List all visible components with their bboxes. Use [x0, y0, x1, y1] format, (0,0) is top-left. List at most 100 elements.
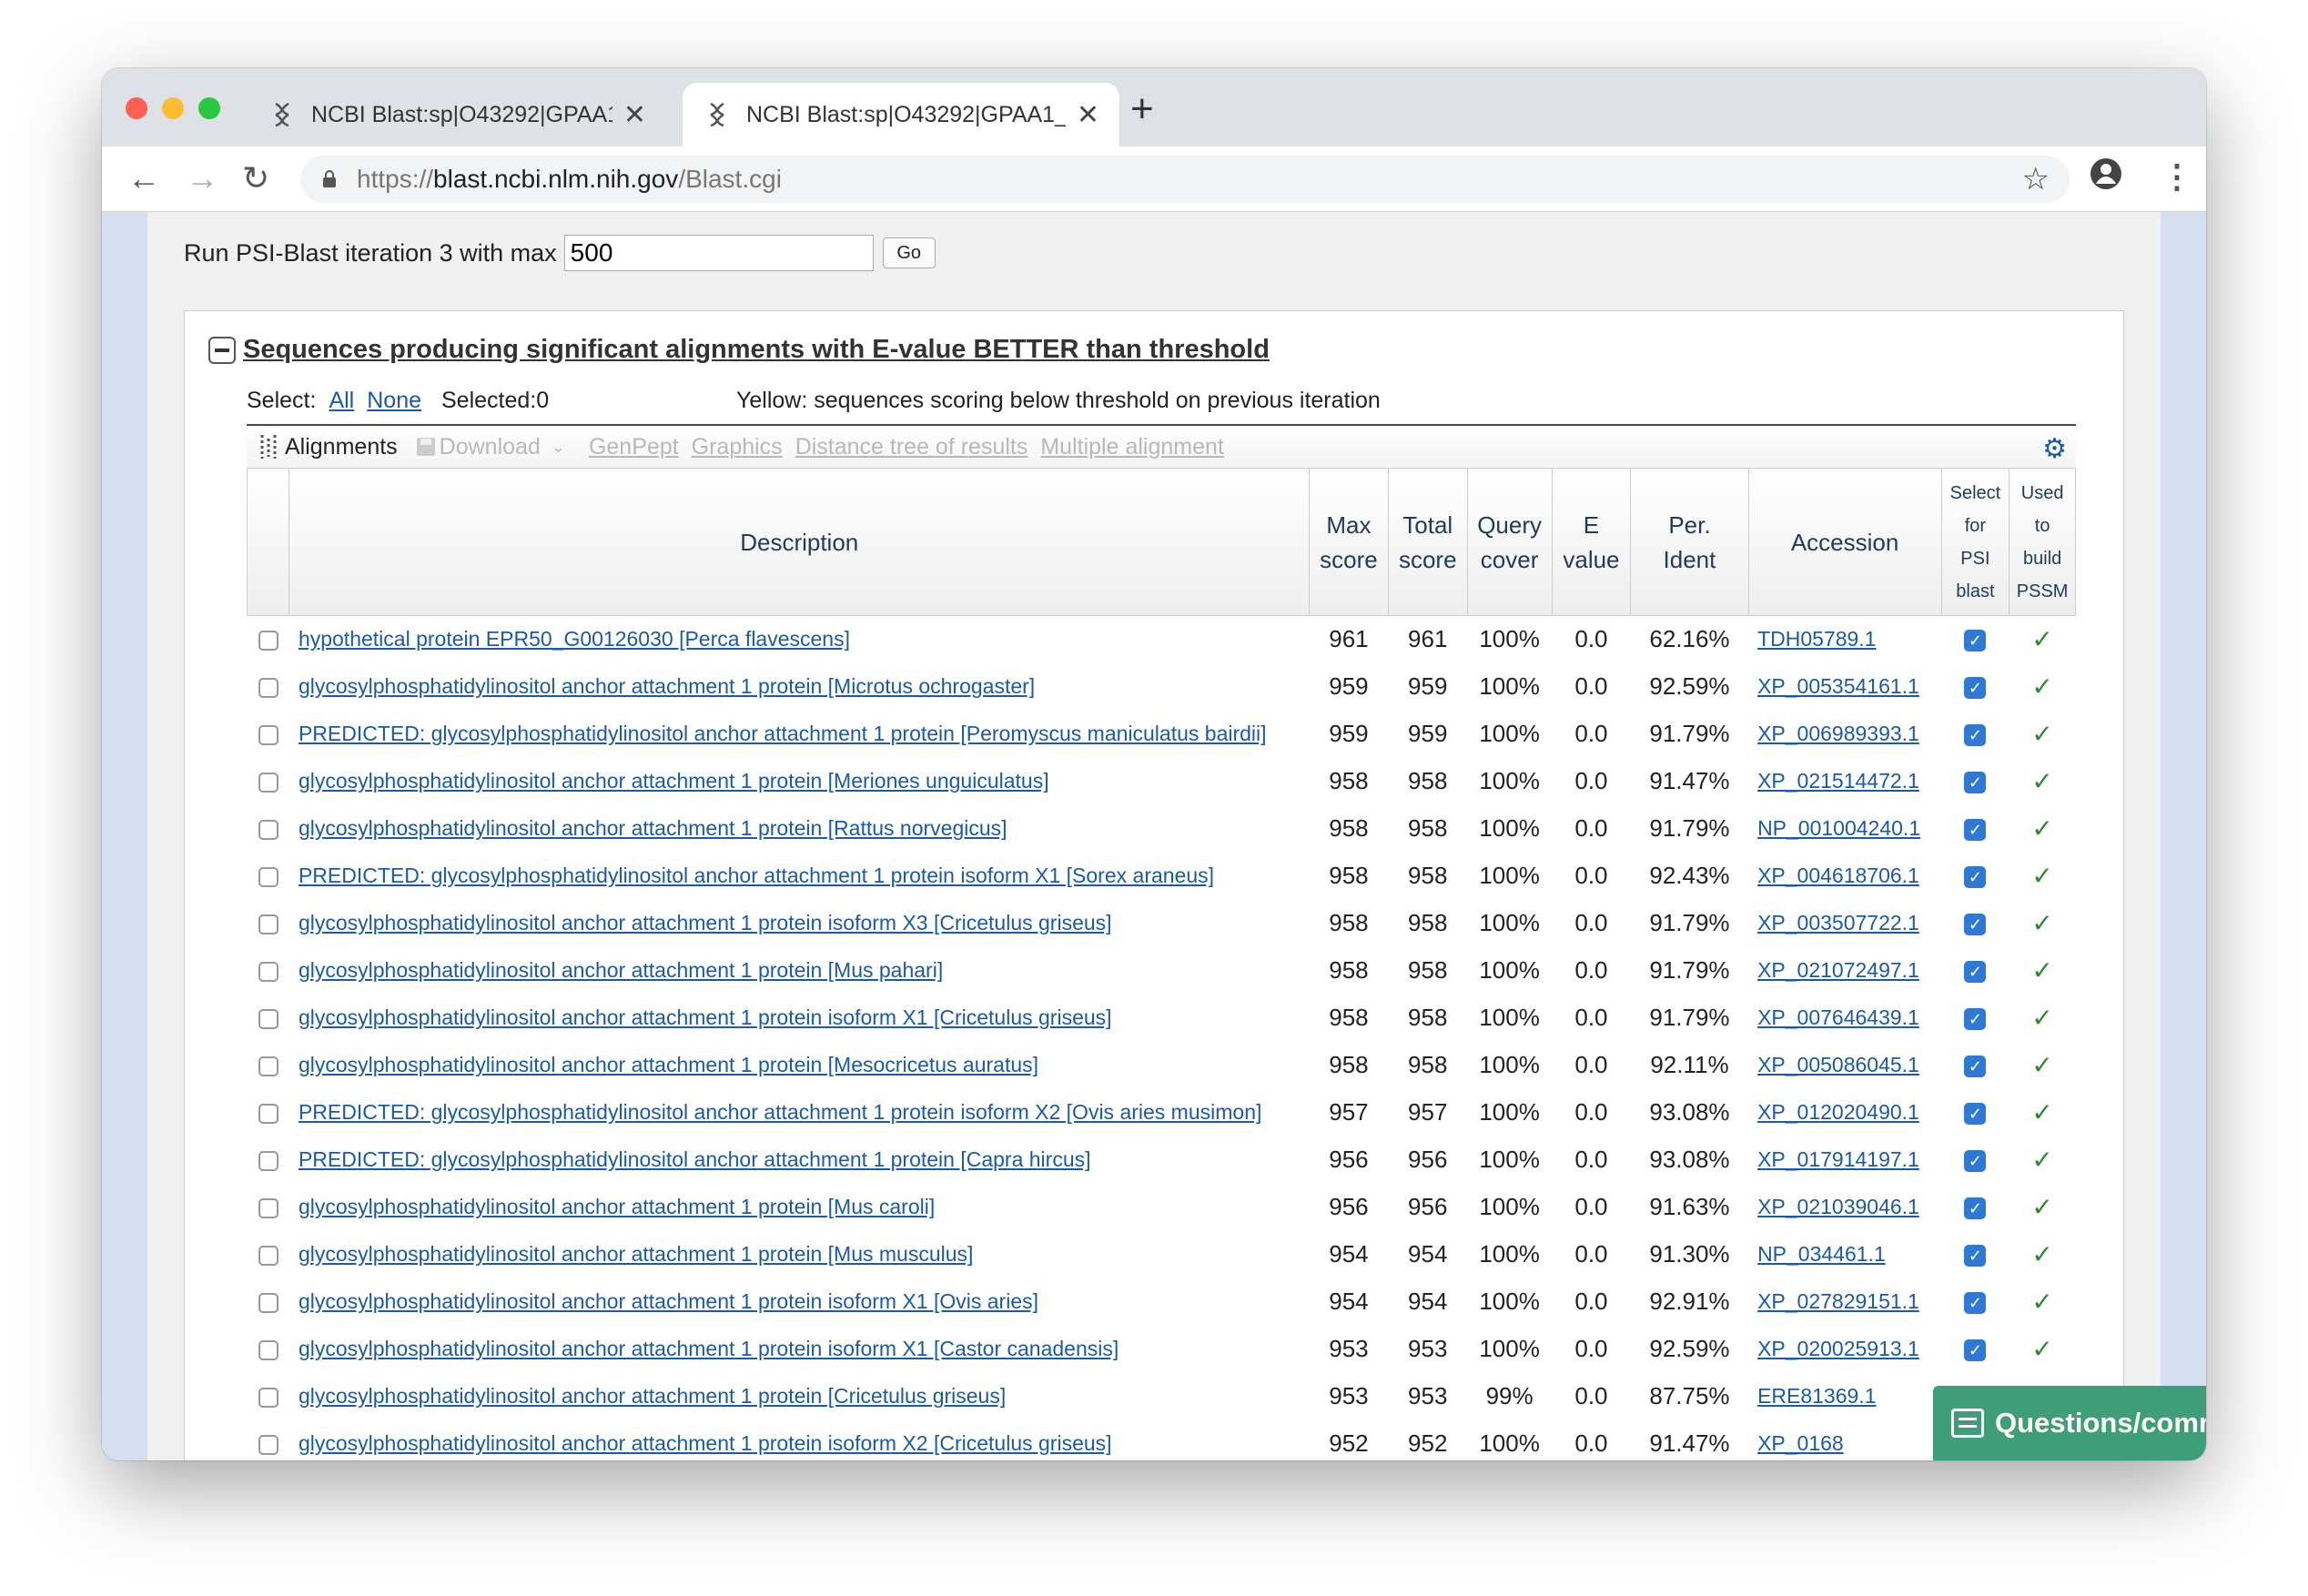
row-description[interactable]: glycosylphosphatidylinositol anchor atta… — [289, 995, 1310, 1042]
row-psi-select-checkbox[interactable]: ✓ — [1941, 947, 2009, 995]
row-accession[interactable]: XP_017914197.1 — [1748, 1136, 1941, 1184]
row-checkbox[interactable] — [248, 853, 289, 900]
col-total-score[interactable]: Total score — [1387, 468, 1468, 616]
row-accession[interactable]: XP_007646439.1 — [1748, 995, 1941, 1042]
minimize-window-button[interactable] — [162, 97, 184, 119]
address-bar[interactable]: https://blast.ncbi.nlm.nih.gov/Blast.cgi… — [300, 156, 2070, 203]
row-checkbox[interactable] — [248, 805, 289, 853]
row-description[interactable]: hypothetical protein EPR50_G00126030 [Pe… — [289, 616, 1310, 663]
row-checkbox[interactable] — [248, 1184, 289, 1231]
row-checkbox[interactable] — [248, 1231, 289, 1278]
gear-icon[interactable]: ⚙ — [2042, 433, 2067, 465]
row-psi-select-checkbox[interactable]: ✓ — [1941, 1042, 2009, 1089]
row-accession[interactable]: TDH05789.1 — [1748, 616, 1941, 663]
col-e-value[interactable]: Evalue — [1551, 468, 1632, 616]
row-checkbox[interactable] — [248, 1373, 289, 1420]
row-psi-select-checkbox[interactable]: ✓ — [1941, 1231, 2009, 1278]
profile-icon[interactable] — [2090, 157, 2122, 198]
row-psi-select-checkbox[interactable]: ✓ — [1941, 805, 2009, 853]
row-description[interactable]: glycosylphosphatidylinositol anchor atta… — [289, 1184, 1310, 1231]
row-checkbox[interactable] — [248, 1089, 289, 1136]
row-accession[interactable]: XP_021514472.1 — [1748, 758, 1941, 805]
row-accession[interactable]: XP_005354161.1 — [1748, 663, 1941, 711]
row-checkbox[interactable] — [248, 1278, 289, 1326]
collapse-icon[interactable] — [208, 336, 236, 364]
select-all-link[interactable]: All — [329, 388, 354, 414]
row-description[interactable]: glycosylphosphatidylinositol anchor atta… — [289, 1326, 1310, 1373]
row-psi-select-checkbox[interactable]: ✓ — [1941, 1278, 2009, 1326]
psi-max-input[interactable] — [563, 235, 874, 271]
row-checkbox[interactable] — [248, 947, 289, 995]
row-checkbox[interactable] — [248, 616, 289, 663]
section-header[interactable]: Sequences producing significant alignmen… — [208, 335, 1270, 365]
new-tab-icon[interactable]: + — [1130, 86, 1154, 132]
row-checkbox[interactable] — [248, 1042, 289, 1089]
maximize-window-button[interactable] — [198, 97, 220, 119]
row-checkbox[interactable] — [248, 1136, 289, 1184]
row-accession[interactable]: XP_005086045.1 — [1748, 1042, 1941, 1089]
row-checkbox[interactable] — [248, 711, 289, 758]
row-accession[interactable]: XP_004618706.1 — [1748, 853, 1941, 900]
row-accession[interactable]: NP_034461.1 — [1748, 1231, 1941, 1278]
row-accession[interactable]: XP_027829151.1 — [1748, 1278, 1941, 1326]
download-button[interactable]: Download ⌄ — [416, 434, 565, 460]
row-description[interactable]: PREDICTED: glycosylphosphatidylinositol … — [289, 853, 1310, 900]
row-description[interactable]: glycosylphosphatidylinositol anchor atta… — [289, 1231, 1310, 1278]
row-description[interactable]: glycosylphosphatidylinositol anchor atta… — [289, 663, 1310, 711]
row-description[interactable]: glycosylphosphatidylinositol anchor atta… — [289, 1278, 1310, 1326]
row-description[interactable]: glycosylphosphatidylinositol anchor atta… — [289, 1420, 1310, 1461]
row-description[interactable]: PREDICTED: glycosylphosphatidylinositol … — [289, 711, 1310, 758]
row-accession[interactable]: XP_020025913.1 — [1748, 1326, 1941, 1373]
row-psi-select-checkbox[interactable]: ✓ — [1941, 900, 2009, 947]
row-psi-select-checkbox[interactable]: ✓ — [1941, 711, 2009, 758]
row-psi-select-checkbox[interactable]: ✓ — [1941, 1089, 2009, 1136]
row-description[interactable]: glycosylphosphatidylinositol anchor atta… — [289, 947, 1310, 995]
close-tab-icon[interactable]: ✕ — [623, 99, 646, 131]
questions-comments-button[interactable]: Questions/comments — [1933, 1386, 2206, 1460]
row-description[interactable]: glycosylphosphatidylinositol anchor atta… — [289, 805, 1310, 853]
menu-icon[interactable]: ⋮ — [2161, 157, 2193, 196]
graphics-link[interactable]: Graphics — [692, 434, 783, 460]
row-description[interactable]: glycosylphosphatidylinositol anchor atta… — [289, 1042, 1310, 1089]
row-accession[interactable]: XP_012020490.1 — [1748, 1089, 1941, 1136]
back-icon[interactable]: ← — [127, 159, 160, 197]
row-accession[interactable]: XP_021072497.1 — [1748, 947, 1941, 995]
row-checkbox[interactable] — [248, 900, 289, 947]
row-description[interactable]: glycosylphosphatidylinositol anchor atta… — [289, 1373, 1310, 1420]
row-psi-select-checkbox[interactable]: ✓ — [1941, 663, 2009, 711]
row-accession[interactable]: ERE81369.1 — [1748, 1373, 1941, 1420]
row-psi-select-checkbox[interactable]: ✓ — [1941, 1184, 2009, 1231]
close-window-button[interactable] — [126, 97, 147, 119]
reload-icon[interactable]: ↻ — [242, 159, 269, 197]
row-description[interactable]: glycosylphosphatidylinositol anchor atta… — [289, 758, 1310, 805]
forward-icon[interactable]: → — [186, 159, 218, 197]
row-psi-select-checkbox[interactable]: ✓ — [1941, 853, 2009, 900]
row-checkbox[interactable] — [248, 1420, 289, 1461]
col-query-cover[interactable]: Query cover — [1466, 468, 1553, 616]
tab-1[interactable]: NCBI Blast:sp|O43292|GPAA1_ ✕ — [248, 83, 666, 146]
row-psi-select-checkbox[interactable]: ✓ — [1941, 1326, 2009, 1373]
alignments-tab[interactable]: Alignments — [259, 433, 398, 460]
row-description[interactable]: PREDICTED: glycosylphosphatidylinositol … — [289, 1089, 1310, 1136]
row-psi-select-checkbox[interactable]: ✓ — [1941, 758, 2009, 805]
multiple-alignment-link[interactable]: Multiple alignment — [1040, 434, 1224, 460]
row-accession[interactable]: NP_001004240.1 — [1748, 805, 1941, 853]
row-psi-select-checkbox[interactable]: ✓ — [1941, 995, 2009, 1042]
row-accession[interactable]: XP_003507722.1 — [1748, 900, 1941, 947]
row-psi-select-checkbox[interactable]: ✓ — [1941, 616, 2009, 663]
col-accession[interactable]: Accession — [1747, 468, 1942, 616]
col-description[interactable]: Description — [288, 468, 1311, 616]
row-psi-select-checkbox[interactable]: ✓ — [1941, 1136, 2009, 1184]
row-checkbox[interactable] — [248, 758, 289, 805]
row-accession[interactable]: XP_006989393.1 — [1748, 711, 1941, 758]
col-max-score[interactable]: Max score — [1309, 468, 1389, 616]
row-description[interactable]: glycosylphosphatidylinositol anchor atta… — [289, 900, 1310, 947]
close-tab-icon[interactable]: ✕ — [1077, 99, 1099, 131]
row-checkbox[interactable] — [248, 995, 289, 1042]
row-checkbox[interactable] — [248, 663, 289, 711]
row-description[interactable]: PREDICTED: glycosylphosphatidylinositol … — [289, 1136, 1310, 1184]
row-accession[interactable]: XP_0168 — [1748, 1420, 1941, 1461]
tab-2[interactable]: NCBI Blast:sp|O43292|GPAA1_ ✕ — [683, 83, 1119, 146]
col-per-ident[interactable]: Per. Ident — [1630, 468, 1749, 616]
row-checkbox[interactable] — [248, 1326, 289, 1373]
